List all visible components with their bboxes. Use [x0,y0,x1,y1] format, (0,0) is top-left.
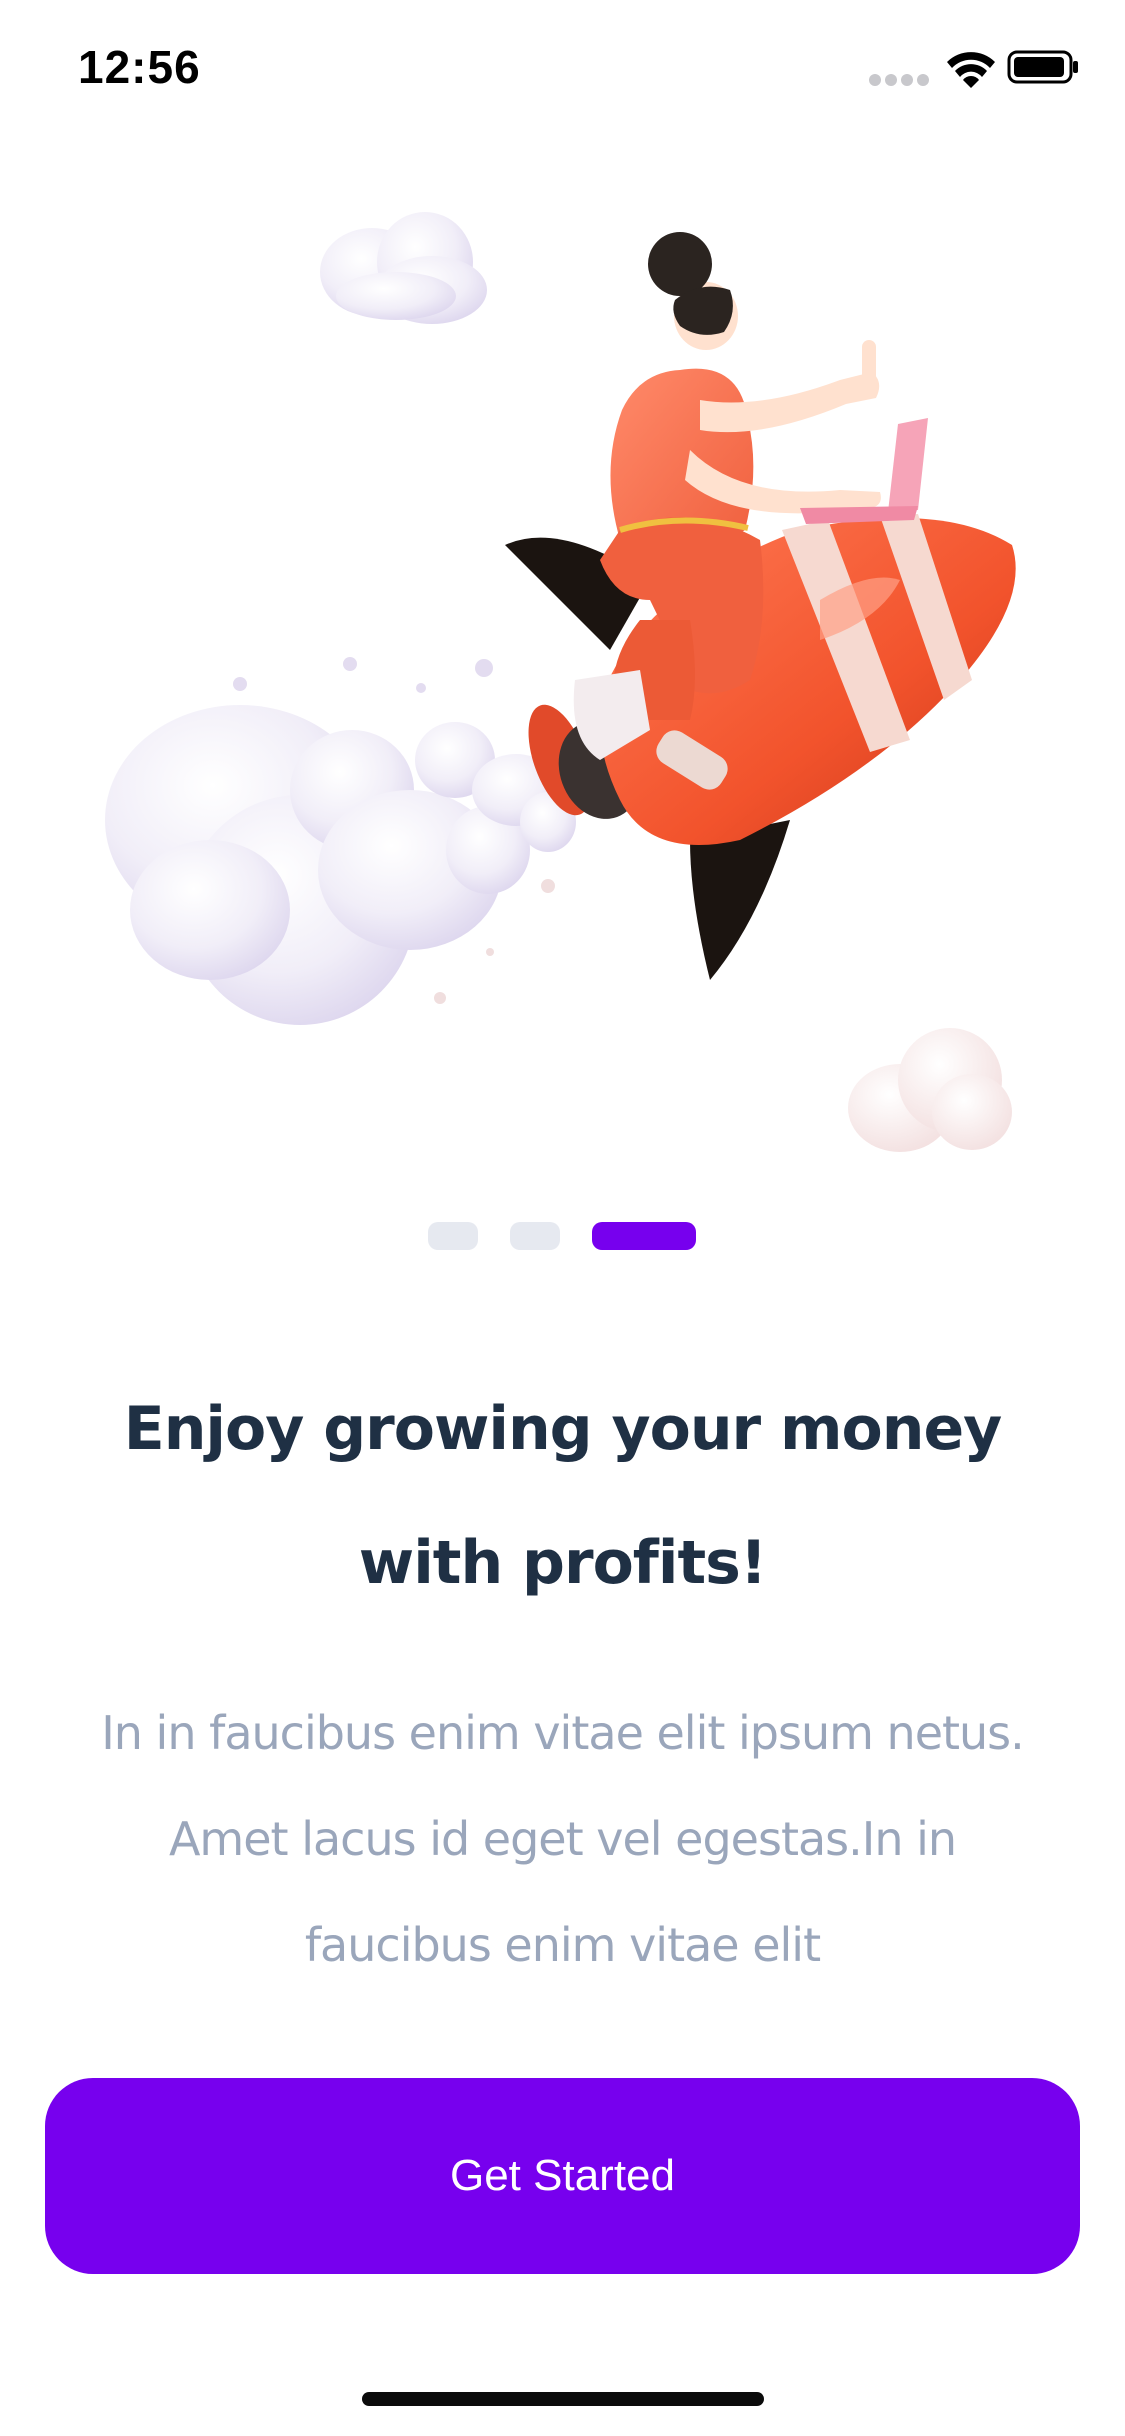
laptop [800,418,928,524]
cloud-top-left [320,212,487,324]
cloud-bottom-right [848,1028,1012,1152]
status-bar: 12:56 [0,0,1125,132]
description-line-2: Amet lacus id eget vel egestas.In in [168,1812,957,1866]
title-line-1: Enjoy growing your money [123,1394,1003,1464]
rocket-rider-illustration [105,212,1016,1152]
rocket-illustration [0,170,1125,1170]
description-line-1: In in faucibus enim vitae elit ipsum net… [101,1706,1025,1760]
onboarding-description: In in faucibus enim vitae elit ipsum net… [60,1680,1065,1998]
status-time: 12:56 [78,41,201,93]
smoke-cloud [105,657,576,1025]
signal-dots-icon [869,74,929,86]
title-line-2: with profits! [358,1528,767,1598]
page-indicator [0,1222,1125,1254]
status-icons [869,48,1079,88]
status-icons-svg [869,50,1078,88]
page-dot-2[interactable] [510,1222,560,1250]
battery-icon [1007,50,1078,84]
page-dot-1[interactable] [428,1222,478,1250]
onboarding-title: Enjoy growing your money with profits! [80,1362,1045,1630]
home-indicator[interactable] [362,2392,764,2406]
description-line-3: faucibus enim vitae elit [304,1918,821,1972]
wifi-icon [947,52,995,88]
get-started-button[interactable]: Get Started [45,2078,1080,2274]
page-dot-3-active[interactable] [592,1222,696,1250]
